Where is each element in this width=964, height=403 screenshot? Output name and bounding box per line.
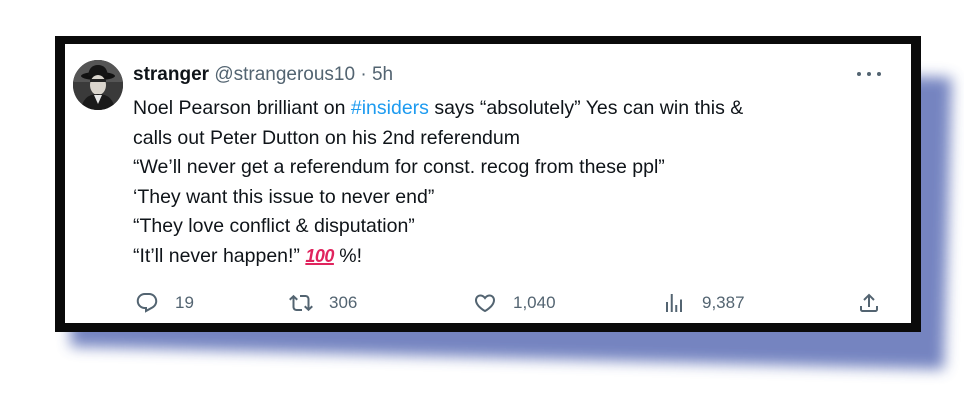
like-button[interactable]: 1,040 [473,291,556,315]
tweet-line-6: “It’ll never happen!” 100 %! [133,242,893,272]
tweet-actions: 19 306 1,040 9,387 [135,291,895,315]
more-dot [877,72,881,76]
reply-icon [136,293,158,313]
tweet-text-segment: says “absolutely” Yes can win this & [428,97,744,119]
header-separator: · [360,64,367,85]
tweet-text: Noel Pearson brilliant on #insiders says… [133,94,893,271]
views-button[interactable]: 9,387 [662,291,745,315]
tweet-text-segment: “It’ll never happen!” [133,244,306,267]
retweet-button[interactable]: 306 [289,291,357,315]
retweet-icon [289,294,313,312]
display-name[interactable]: stranger [133,64,209,85]
reply-count: 19 [175,293,194,312]
more-options-icon[interactable] [857,64,881,84]
tweet-line-5: “They love conflict & disputation” [133,215,415,237]
tweet-header: stranger @strangerous10 · 5h [133,64,393,86]
views-chart-icon [666,294,682,312]
share-upload-icon [860,293,878,312]
views-count: 9,387 [702,293,745,312]
tweet-line-3: “We’ll never get a referendum for const.… [133,156,665,178]
share-button[interactable] [857,291,881,315]
tweet-line-4: ‘They want this issue to never end” [133,185,435,208]
retweet-count: 306 [329,293,358,312]
tweet-line-2: calls out Peter Dutton on his 2nd refere… [133,126,520,149]
hundred-points-emoji-icon: 100 [305,245,334,266]
heart-icon [474,294,496,313]
reply-button[interactable]: 19 [135,291,194,315]
tweet-text-segment: Noel Pearson brilliant on [133,97,351,119]
user-handle[interactable]: @strangerous10 [214,64,355,85]
tweet-line-1: Noel Pearson brilliant on #insiders says… [133,94,893,124]
avatar-portrait-icon [73,60,123,110]
tweet-timestamp[interactable]: 5h [372,64,393,85]
like-count: 1,040 [513,293,556,312]
avatar[interactable] [73,60,123,110]
tweet-card: stranger @strangerous10 · 5h Noel Pearso… [65,44,911,323]
more-dot [857,72,861,76]
more-dot [867,72,871,76]
tweet-text-segment: %! [333,244,363,267]
hashtag-link[interactable]: #insiders [351,97,429,119]
